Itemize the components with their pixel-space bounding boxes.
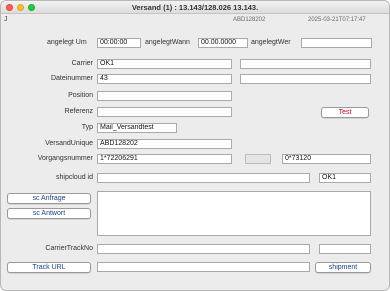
angelegt-wann-label: angelegtWann	[145, 39, 190, 46]
sc-antwort-button[interactable]: sc Antwort	[7, 208, 91, 219]
vorgangsnummer-grey-field[interactable]	[245, 154, 271, 164]
typ-label: Typ	[81, 124, 93, 131]
angelegt-um-label: angelegt Um	[47, 39, 87, 46]
window-title: Versand (1) : 13.143/128.026 13.143.	[131, 3, 259, 12]
test-button[interactable]: Test	[321, 107, 369, 118]
shipcloud-carrier-field[interactable]: OK1	[319, 173, 371, 183]
shipcloud-id-label: shipcloud id	[56, 174, 93, 181]
angelegt-wann-field[interactable]: 00.00.0000	[198, 38, 248, 48]
corner-mark-icon: J	[4, 16, 8, 23]
position-field[interactable]	[97, 91, 232, 101]
vorgangsnummer-extra-field[interactable]: 0*73120	[282, 154, 371, 164]
sc-anfrage-button[interactable]: sc Anfrage	[7, 193, 91, 204]
timestamp-text: 2025-03-21T07:17:47	[308, 17, 366, 23]
shipment-button[interactable]: shipment	[315, 262, 371, 273]
referenz-field[interactable]	[97, 107, 232, 117]
track-url-field[interactable]	[97, 262, 310, 272]
dateinummer-extra-field[interactable]	[240, 74, 371, 84]
track-url-button[interactable]: Track URL	[7, 262, 91, 273]
carrier-track-no-label: CarrierTrackNo	[45, 245, 93, 252]
versand-unique-field[interactable]: ABD128202	[97, 139, 232, 149]
sc-response-textarea[interactable]	[97, 191, 371, 236]
record-id-text: ABD128202	[233, 17, 266, 23]
vorgangsnummer-label: Vorgangsnummer	[37, 155, 93, 162]
carrier-extra-field[interactable]	[240, 59, 371, 69]
position-label: Position	[68, 92, 93, 99]
dateinummer-label: Dateinummer	[50, 75, 93, 82]
versand-unique-label: VersandUnique	[45, 140, 93, 147]
carrier-track-extra-field[interactable]	[319, 244, 371, 254]
carrier-field[interactable]: OK1	[97, 59, 232, 69]
carrier-track-no-field[interactable]	[97, 244, 310, 254]
dateinummer-field[interactable]: 43	[97, 74, 232, 84]
angelegt-um-field[interactable]: 00:00:00	[97, 38, 141, 48]
versand-window: Versand (1) : 13.143/128.026 13.143. J A…	[0, 0, 390, 291]
angelegt-wer-label: angelegtWer	[251, 39, 291, 46]
referenz-label: Referenz	[64, 108, 93, 115]
vorgangsnummer-field[interactable]: 1*72206291	[97, 154, 232, 164]
title-bar: Versand (1) : 13.143/128.026 13.143.	[1, 1, 389, 14]
carrier-label: Carrier	[71, 60, 93, 67]
typ-field[interactable]: Mail_Versandtest	[97, 123, 177, 133]
angelegt-wer-field[interactable]	[301, 38, 372, 48]
shipcloud-id-field[interactable]	[97, 173, 310, 183]
